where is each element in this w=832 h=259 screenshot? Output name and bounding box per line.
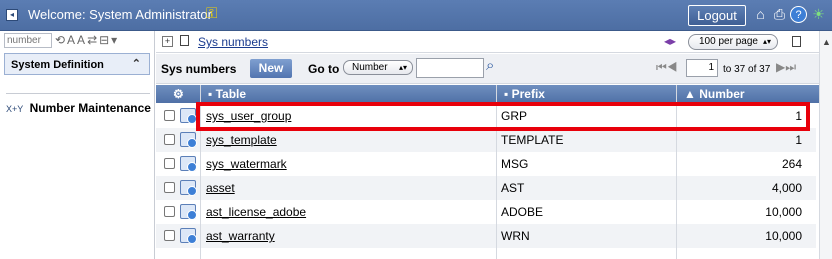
list-title: Sys numbers bbox=[161, 62, 237, 76]
section-title: System Definition bbox=[11, 59, 104, 71]
record-info-icon[interactable] bbox=[180, 132, 197, 148]
top-banner: ◂ Welcome: System Administrator ⚿ Logout… bbox=[0, 0, 832, 31]
table-cell[interactable]: ast_warranty bbox=[206, 229, 275, 243]
record-info-icon[interactable] bbox=[180, 204, 197, 220]
table-cell[interactable]: ast_license_adobe bbox=[206, 205, 306, 219]
table-row[interactable]: sys_template TEMPLATE 1 bbox=[156, 128, 816, 152]
table-cell[interactable]: sys_template bbox=[206, 133, 277, 147]
number-cell: 1 bbox=[795, 133, 802, 147]
breadcrumb-bar: + Sys numbers ◂▸ 100 per page ▴▾ bbox=[156, 31, 832, 53]
table-cell[interactable]: sys_watermark bbox=[206, 157, 287, 171]
collapse-section-icon[interactable]: ⌃ bbox=[132, 57, 141, 70]
search-icon[interactable]: ⌕ bbox=[486, 57, 494, 74]
table-row[interactable]: asset AST 4,000 bbox=[156, 176, 816, 200]
row-checkbox[interactable] bbox=[164, 158, 175, 169]
welcome-title: Welcome: System Administrator bbox=[28, 7, 212, 22]
collapse-nav-icon[interactable]: ◂ bbox=[6, 9, 18, 21]
prefix-cell: MSG bbox=[501, 157, 529, 171]
number-maintenance-item[interactable]: X+Y Number Maintenance bbox=[6, 101, 151, 115]
row-checkbox[interactable] bbox=[164, 230, 175, 241]
table-row[interactable]: ast_warranty WRN 10,000 bbox=[156, 224, 816, 248]
logout-button[interactable]: Logout bbox=[688, 5, 746, 26]
main-content: + Sys numbers ◂▸ 100 per page ▴▾ Sys num… bbox=[156, 31, 832, 259]
prefix-cell: AST bbox=[501, 181, 525, 195]
document-icon bbox=[180, 35, 189, 46]
per-page-value: 100 per page bbox=[699, 36, 758, 47]
goto-field-select[interactable]: Number ▴▾ bbox=[343, 60, 413, 75]
expand-icon[interactable]: + bbox=[162, 36, 173, 47]
list-toolbar: Sys numbers New Go to Number ▴▾ ⌕ ⏮◀ 1 t… bbox=[156, 54, 832, 84]
number-cell: 10,000 bbox=[765, 229, 802, 243]
bug-icon[interactable]: ☀ bbox=[810, 6, 827, 23]
prefix-cell: ADOBE bbox=[501, 205, 544, 219]
new-button[interactable]: New bbox=[250, 59, 292, 78]
row-checkbox[interactable] bbox=[164, 182, 175, 193]
page-range-text: to 37 of 37 bbox=[723, 64, 771, 75]
row-checkbox[interactable] bbox=[164, 134, 175, 145]
list-menu-icon[interactable] bbox=[792, 36, 801, 47]
home-icon[interactable]: ⌂ bbox=[752, 6, 769, 23]
goto-search-input[interactable] bbox=[416, 58, 484, 78]
table-row[interactable]: sys_watermark MSG 264 bbox=[156, 152, 816, 176]
system-definition-section[interactable]: System Definition ⌃ bbox=[4, 53, 150, 75]
table-row[interactable]: ast_license_adobe ADOBE 10,000 bbox=[156, 200, 816, 224]
module-icon: X+Y bbox=[6, 104, 24, 114]
record-info-icon[interactable] bbox=[180, 180, 197, 196]
scroll-up-icon[interactable]: ▲ bbox=[822, 37, 831, 47]
next-last-page-icon[interactable]: ▶⏭ bbox=[776, 60, 796, 75]
row-checkbox[interactable] bbox=[164, 206, 175, 217]
collapse-arrows-icon[interactable]: ◂▸ bbox=[664, 34, 676, 48]
nav-filter-input[interactable] bbox=[4, 33, 52, 48]
per-page-select[interactable]: 100 per page ▴▾ bbox=[688, 34, 778, 50]
goto-label: Go to bbox=[308, 62, 340, 76]
divider bbox=[6, 93, 150, 94]
highlight-box bbox=[196, 102, 810, 131]
prefix-cell: TEMPLATE bbox=[501, 133, 564, 147]
table-header: ⚙ ▪ Table ▪ Prefix ▲ Number bbox=[156, 85, 832, 103]
page-number-input[interactable]: 1 bbox=[686, 59, 718, 77]
module-label: Number Maintenance bbox=[29, 101, 151, 115]
print-icon[interactable]: ⎙ bbox=[771, 6, 788, 23]
first-prev-page-icon[interactable]: ⏮◀ bbox=[656, 60, 678, 75]
column-header-number[interactable]: ▲ Number bbox=[684, 87, 745, 101]
record-info-icon[interactable] bbox=[180, 108, 197, 124]
prefix-cell: WRN bbox=[501, 229, 530, 243]
breadcrumb-link[interactable]: Sys numbers bbox=[198, 35, 268, 49]
select-arrows-icon: ▴▾ bbox=[762, 37, 771, 46]
gear-icon[interactable]: ⚙ bbox=[173, 87, 184, 101]
column-header-prefix[interactable]: ▪ Prefix bbox=[504, 87, 545, 101]
number-cell: 264 bbox=[781, 157, 802, 171]
help-icon[interactable]: ? bbox=[790, 6, 807, 23]
vertical-scrollbar[interactable]: ▲ bbox=[819, 31, 832, 259]
left-navigator: ⟲AA⇄⊟▾ System Definition ⌃ X+Y Number Ma… bbox=[0, 31, 155, 259]
goto-field-value: Number bbox=[352, 62, 388, 73]
row-checkbox[interactable] bbox=[164, 110, 175, 121]
number-cell: 10,000 bbox=[765, 205, 802, 219]
column-header-table[interactable]: ▪ Table bbox=[208, 87, 246, 101]
number-cell: 4,000 bbox=[771, 181, 802, 195]
key-icon[interactable]: ⚿ bbox=[206, 5, 217, 22]
table-cell[interactable]: asset bbox=[206, 181, 235, 195]
record-info-icon[interactable] bbox=[180, 228, 197, 244]
record-info-icon[interactable] bbox=[180, 156, 197, 172]
nav-toolbar-icons[interactable]: ⟲AA⇄⊟▾ bbox=[55, 31, 119, 49]
select-arrows-icon: ▴▾ bbox=[398, 63, 407, 72]
